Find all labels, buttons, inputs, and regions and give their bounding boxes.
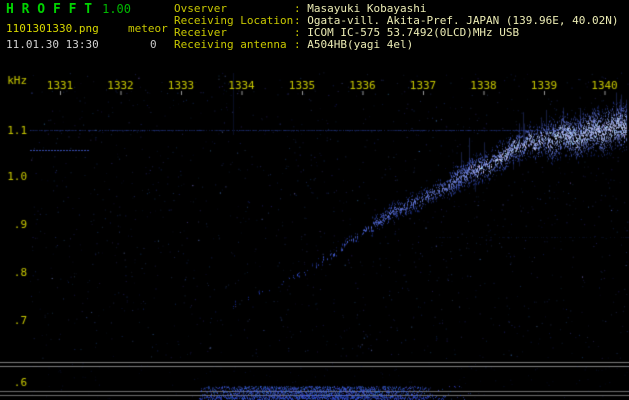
header-left: H R O F F T 1.00 1101301330.png meteor 1… xyxy=(6,2,168,51)
info-label: Ovserver xyxy=(174,3,227,15)
time-row: 11.01.30 13:30 0 xyxy=(6,38,168,51)
hrofft-output-image: H R O F F T 1.00 1101301330.png meteor 1… xyxy=(0,0,629,400)
meteor-counter-label: meteor xyxy=(128,22,168,35)
info-label: Receiving Location xyxy=(174,15,294,27)
observation-info: Ovserver: Masayuki Kobayashi Receiving L… xyxy=(174,3,619,51)
info-value: A504HB(yagi 4el) xyxy=(307,38,414,51)
info-separator: : xyxy=(294,38,308,51)
meteor-counter-value: 0 xyxy=(150,38,157,51)
info-label: Receiving antenna xyxy=(174,39,287,51)
spectrogram-canvas xyxy=(0,0,629,400)
timestamp: 11.01.30 13:30 xyxy=(6,38,99,51)
app-title: H R O F F T xyxy=(6,2,93,17)
title-row: H R O F F T 1.00 xyxy=(6,2,168,19)
app-version: 1.00 xyxy=(102,2,131,16)
info-row-antenna: Receiving antenna: A504HB(yagi 4el) xyxy=(174,39,619,51)
output-filename: 1101301330.png xyxy=(6,22,99,35)
info-label: Receiver xyxy=(174,27,227,39)
file-row: 1101301330.png meteor xyxy=(6,22,168,35)
